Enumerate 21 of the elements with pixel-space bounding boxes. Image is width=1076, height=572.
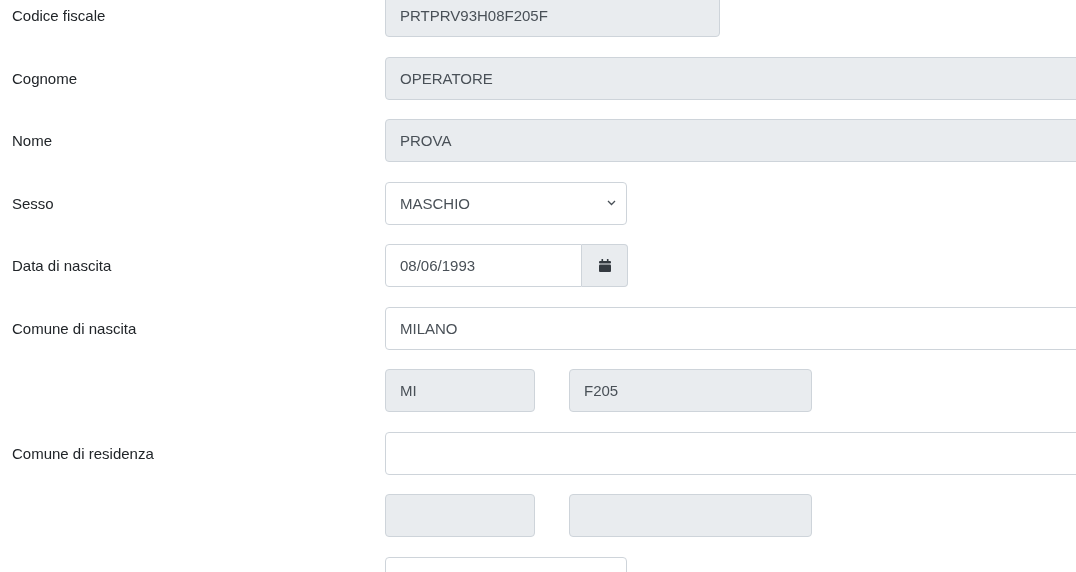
field-label: Data di nascita [12, 257, 112, 274]
readonly-field[interactable]: F205 [569, 369, 812, 412]
input-field[interactable] [385, 431, 1076, 475]
calendar-button[interactable] [582, 244, 628, 287]
date-field[interactable]: 08/06/1993 [385, 244, 582, 287]
field-label: Sesso [12, 194, 54, 212]
readonly-field[interactable]: PRTPRV93H08F205F [385, 0, 720, 37]
readonly-field[interactable]: MI [385, 369, 535, 412]
readonly-field[interactable]: OPERATORE [385, 56, 1076, 100]
calendar-icon [598, 259, 611, 272]
input-field[interactable]: MILANO [385, 306, 1076, 350]
readonly-field[interactable] [385, 494, 535, 537]
chevron-down-icon [607, 200, 616, 206]
dropdown[interactable]: MASCHIO [385, 181, 627, 225]
field-label: Cognome [12, 69, 78, 87]
readonly-field[interactable] [569, 494, 812, 537]
field-label: Comune di nascita [12, 319, 137, 337]
readonly-field[interactable]: PROVA [385, 119, 1076, 162]
field-label: Nome [12, 132, 52, 149]
field-label: Codice fiscale [12, 7, 106, 24]
field-label: Comune di residenza [12, 444, 154, 462]
